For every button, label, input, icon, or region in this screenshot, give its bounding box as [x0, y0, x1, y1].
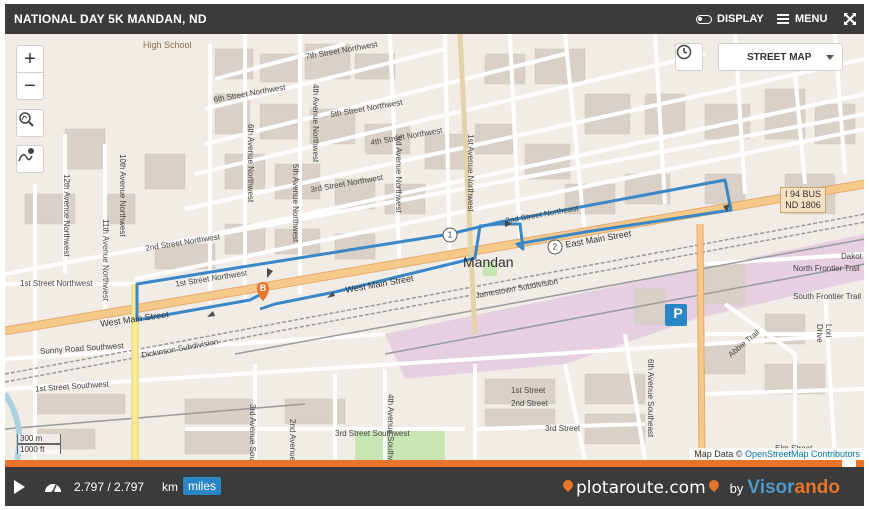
label-dakota: Dakot — [841, 252, 862, 261]
label-4th-ave-sw: 4th Avenue Southwest — [386, 394, 395, 460]
route-pin-icon — [18, 148, 34, 162]
progress-bar[interactable] — [5, 460, 864, 467]
label-south-frontier: South Frontier Trail — [793, 292, 862, 301]
fullscreen-button[interactable] — [843, 11, 857, 27]
map-scale: 300 m 1000 ft — [17, 434, 61, 454]
map-labels: High School Mandan West Main Street West… — [5, 34, 864, 460]
label-dickinson: Dickinson Subdivision — [140, 337, 220, 360]
map-canvas[interactable]: High School Mandan West Main Street West… — [5, 34, 864, 460]
label-2nd-ne: 2nd Street Northeast — [504, 203, 580, 226]
brand-name: plotaroute.com — [576, 478, 706, 498]
scale-feet: 1000 ft — [17, 444, 61, 454]
distance-readout: 2.797 / 2.797 — [74, 480, 145, 494]
label-3rd-ave-nw: 3rd Avenue Northwest — [394, 134, 403, 213]
label-12th-ave-nw: 12th Avenue Northwest — [62, 174, 71, 257]
parking-label: P — [673, 305, 683, 321]
label-6th-ave-nw: 6th Avenue Northwest — [246, 124, 255, 203]
label-1st-sw: 1st Street Southwest — [34, 379, 110, 394]
zoom-out-button[interactable]: − — [16, 72, 44, 100]
map-attribution: Map Data © OpenStreetMap Contributors — [690, 448, 864, 460]
display-label: DISPLAY — [717, 13, 764, 25]
label-4th-nw: 4th Street Northwest — [369, 125, 444, 148]
top-bar: NATIONAL DAY 5K MANDAN, ND DISPLAY MENU — [5, 4, 864, 34]
label-west-main-1: West Main Street — [99, 309, 170, 329]
partner-name-2: ando — [794, 477, 840, 498]
label-lori: Lori Drive — [815, 324, 833, 343]
speed-button[interactable] — [44, 480, 62, 499]
clock-button[interactable] — [675, 43, 703, 71]
toggle-icon — [696, 14, 712, 24]
attribution-prefix: Map Data © — [694, 449, 745, 459]
unit-km-button[interactable]: km — [162, 480, 178, 494]
brand-logo[interactable]: plotaroute.com by Visorando — [560, 475, 840, 501]
map-layer-select[interactable]: STREET MAP — [718, 43, 843, 71]
unit-miles-button[interactable]: miles — [183, 477, 222, 495]
label-city: Mandan — [463, 254, 514, 270]
label-high-school: High School — [143, 40, 192, 50]
player-bar: 2.797 / 2.797 km miles plotaroute.com by… — [5, 467, 864, 506]
label-4th-ave-nw: 4th Avenue Northwest — [311, 84, 320, 163]
label-2nd-nw: 2nd Street Northwest — [144, 232, 221, 253]
hamburger-icon — [777, 14, 789, 24]
label-3rd-street: 3rd Street — [545, 424, 581, 433]
label-6th-se: 6th Avenue Southeast — [646, 359, 655, 438]
label-sunny-road: Sunny Road Southwest — [39, 341, 124, 356]
label-1st-nw-b: 1st Street Northwest — [174, 268, 248, 289]
play-button[interactable] — [14, 480, 25, 494]
route-shield: I 94 BUS ND 1806 — [780, 187, 827, 213]
label-5th-ave-nw: 5th Avenue Northwest — [291, 164, 300, 243]
label-jamestown: Jamestown Subdivision — [474, 276, 559, 301]
map-layer-value: STREET MAP — [747, 51, 812, 63]
brand-by: by — [729, 480, 744, 496]
label-west-main-2: West Main Street — [344, 273, 415, 295]
label-north-frontier: North Frontier Trail — [793, 264, 860, 273]
zoom-to-route-button[interactable] — [16, 109, 44, 137]
partner-name-1: Visor — [747, 477, 795, 498]
label-10th-ave-nw: 10th Avenue Northwest — [118, 154, 127, 237]
menu-label: MENU — [795, 13, 828, 25]
zoom-in-button[interactable]: + — [16, 45, 44, 73]
label-3rd-nw: 3rd Street Northwest — [309, 172, 384, 195]
label-1st-nw: 1st Street Northwest — [20, 279, 93, 288]
scale-meters: 300 m — [17, 434, 61, 444]
label-5th-nw: 5th Street Northwest — [329, 97, 404, 120]
speedometer-icon — [45, 484, 61, 494]
clock-icon — [676, 44, 692, 60]
label-east-main: East Main Street — [564, 228, 632, 250]
label-1st-street: 1st Street — [511, 386, 546, 395]
display-toggle-button[interactable]: DISPLAY — [696, 11, 764, 27]
km-marker-2-label: 2 — [552, 242, 558, 252]
pin-a-icon — [560, 477, 576, 493]
route-tool-button[interactable] — [16, 145, 44, 173]
magnifier-route-icon — [19, 112, 34, 127]
km-marker-1-label: 1 — [447, 230, 453, 240]
end-marker-label: B — [259, 283, 267, 293]
menu-button[interactable]: MENU — [777, 11, 827, 27]
label-3rd-sw: 3rd Street Southwest — [335, 429, 410, 438]
chevron-down-icon — [826, 55, 834, 60]
label-3rd-ave-sw: 3rd Avenue Southwest — [248, 404, 257, 460]
route-title: NATIONAL DAY 5K MANDAN, ND — [14, 12, 207, 26]
label-1st-ave-nw: 1st Avenue Northwest — [466, 134, 475, 212]
map-widget: NATIONAL DAY 5K MANDAN, ND DISPLAY MENU — [5, 4, 864, 506]
pin-b-icon — [706, 477, 721, 493]
label-6th-nw: 6th Street Northwest — [212, 82, 287, 105]
partner-logo: Visorando — [747, 477, 840, 499]
label-2nd-street: 2nd Street — [511, 399, 548, 408]
label-7th-nw: 7th Street Northwest — [304, 39, 379, 62]
fullscreen-icon — [844, 13, 856, 25]
label-2nd-ave-sw: 2nd Avenue Southwest — [288, 419, 297, 460]
label-11th-ave-nw: 11th Avenue Northwest — [101, 219, 110, 301]
label-abbie-trail: Abbie Trail — [726, 327, 762, 360]
